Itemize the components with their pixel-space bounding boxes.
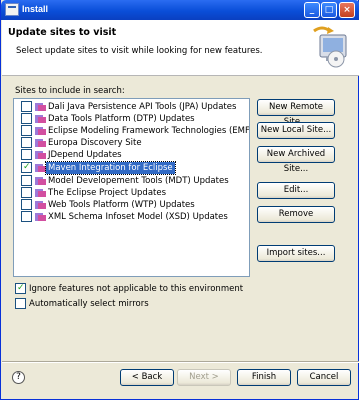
- site-label: JDepend Updates: [48, 150, 122, 160]
- site-label: XML Schema Infoset Model (XSD) Updates: [48, 212, 228, 222]
- maximize-button[interactable]: □: [321, 2, 337, 18]
- title-bar[interactable]: Install _ □ ×: [1, 0, 359, 20]
- list-item[interactable]: Model Developement Tools (MDT) Updates: [14, 175, 249, 187]
- wizard-header: Update sites to visit Select update site…: [2, 20, 359, 76]
- help-icon[interactable]: ?: [12, 371, 25, 384]
- site-label: Model Developement Tools (MDT) Updates: [48, 176, 229, 186]
- page-description: Select update sites to visit while looki…: [16, 46, 263, 56]
- list-item[interactable]: Web Tools Platform (WTP) Updates: [14, 199, 249, 211]
- site-label: Data Tools Platform (DTP) Updates: [48, 114, 195, 124]
- window-title: Install: [22, 4, 49, 14]
- edit-button[interactable]: Edit...: [257, 182, 335, 199]
- cancel-button[interactable]: Cancel: [297, 369, 351, 386]
- sites-list[interactable]: Dali Java Persistence API Tools (JPA) Up…: [13, 98, 250, 277]
- update-site-icon: [35, 127, 46, 135]
- list-item[interactable]: Eclipse Modeling Framework Technologies …: [14, 125, 249, 137]
- site-checkbox-checked[interactable]: [21, 161, 32, 173]
- update-site-icon: [35, 213, 46, 221]
- site-label: The Eclipse Project Updates: [48, 188, 167, 198]
- update-site-icon: [35, 164, 46, 172]
- list-item[interactable]: Data Tools Platform (DTP) Updates: [14, 113, 249, 125]
- site-checkbox[interactable]: [21, 113, 32, 124]
- remove-button[interactable]: Remove: [257, 206, 335, 223]
- site-label: Maven Integration for Eclipse: [45, 161, 176, 175]
- ignore-features-checkbox[interactable]: [15, 282, 26, 294]
- finish-button[interactable]: Finish: [237, 369, 291, 386]
- footer-divider: [2, 361, 359, 363]
- update-site-icon: [35, 177, 46, 185]
- update-site-icon: [35, 103, 46, 111]
- update-site-icon: [35, 201, 46, 209]
- site-label: Web Tools Platform (WTP) Updates: [48, 200, 195, 210]
- site-checkbox[interactable]: [21, 199, 32, 210]
- sites-label: Sites to include in search:: [15, 86, 125, 96]
- site-checkbox[interactable]: [21, 137, 32, 148]
- new-local-site-button[interactable]: New Local Site...: [257, 122, 335, 139]
- import-sites-button[interactable]: Import sites...: [257, 245, 335, 262]
- update-site-icon: [35, 151, 46, 159]
- list-item[interactable]: JDepend Updates: [14, 149, 249, 161]
- back-button[interactable]: < Back: [120, 369, 174, 386]
- list-item[interactable]: Dali Java Persistence API Tools (JPA) Up…: [14, 101, 249, 113]
- page-title: Update sites to visit: [8, 27, 117, 38]
- site-checkbox[interactable]: [21, 101, 32, 112]
- list-item[interactable]: The Eclipse Project Updates: [14, 187, 249, 199]
- list-item[interactable]: Europa Discovery Site: [14, 137, 249, 149]
- site-checkbox[interactable]: [21, 187, 32, 198]
- install-window-icon: [5, 3, 19, 16]
- list-item[interactable]: XML Schema Infoset Model (XSD) Updates: [14, 211, 249, 223]
- site-checkbox[interactable]: [21, 175, 32, 186]
- minimize-button[interactable]: _: [304, 2, 320, 18]
- update-site-icon: [35, 115, 46, 123]
- close-button[interactable]: ×: [339, 2, 355, 18]
- site-checkbox[interactable]: [21, 211, 32, 222]
- ignore-features-label: Ignore features not applicable to this e…: [29, 284, 244, 294]
- site-label: Dali Java Persistence API Tools (JPA) Up…: [48, 102, 237, 112]
- auto-mirrors-label: Automatically select mirrors: [29, 299, 149, 309]
- next-button[interactable]: Next >: [177, 369, 231, 386]
- list-item-selected[interactable]: Maven Integration for Eclipse: [14, 161, 249, 175]
- update-site-icon: [35, 189, 46, 197]
- site-label: Eclipse Modeling Framework Technologies …: [48, 126, 250, 136]
- site-checkbox[interactable]: [21, 149, 32, 160]
- install-wizard-icon: [313, 26, 347, 68]
- site-label: Europa Discovery Site: [48, 138, 142, 148]
- new-remote-site-button[interactable]: New Remote Site...: [257, 99, 335, 127]
- site-checkbox[interactable]: [21, 125, 32, 136]
- auto-mirrors-checkbox[interactable]: [15, 298, 26, 309]
- new-archived-site-button[interactable]: New Archived Site...: [257, 146, 335, 174]
- update-site-icon: [35, 139, 46, 147]
- install-dialog: Install _ □ × Update sites to visit Sele…: [0, 0, 359, 400]
